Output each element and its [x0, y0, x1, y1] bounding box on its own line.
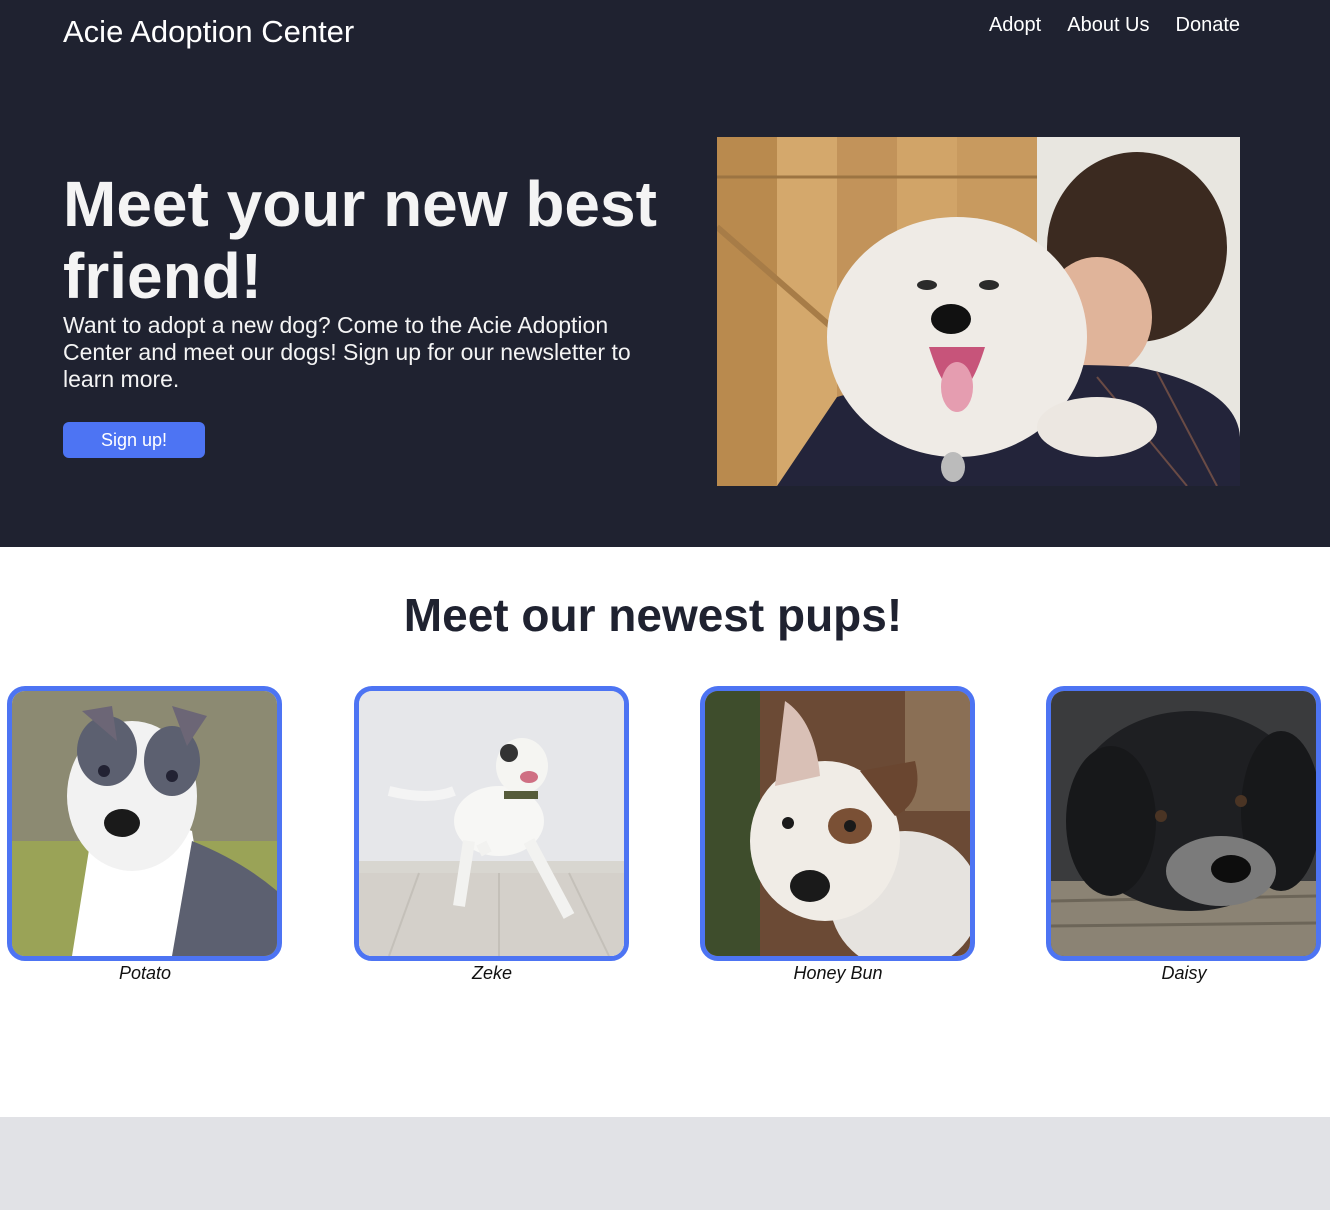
- hero-section: Acie Adoption Center Adopt About Us Dona…: [0, 0, 1330, 547]
- pups-section-heading: Meet our newest pups!: [403, 589, 903, 641]
- nav-link-adopt[interactable]: Adopt: [989, 14, 1041, 37]
- pup-name-honey-bun: Honey Bun: [793, 963, 883, 983]
- nav-link-donate[interactable]: Donate: [1176, 14, 1241, 37]
- nav-link-about-us[interactable]: About Us: [1067, 14, 1149, 37]
- hero-description: Want to adopt a new dog? Come to the Aci…: [63, 312, 631, 392]
- pup-photo-daisy[interactable]: [1046, 686, 1321, 961]
- pup-photo-honey-bun[interactable]: [700, 686, 975, 961]
- pup-card-potato[interactable]: Potato: [7, 686, 283, 984]
- hero-image-dog-with-man: [717, 137, 1240, 486]
- hero-heading: Meet your new best friend!: [63, 168, 657, 312]
- pup-name-daisy: Daisy: [1161, 963, 1207, 983]
- pup-name-zeke: Zeke: [471, 963, 513, 983]
- page-footer: [0, 1117, 1330, 1210]
- pup-name-potato: Potato: [118, 963, 172, 983]
- pup-card-honey-bun[interactable]: Honey Bun: [700, 686, 976, 984]
- main-nav: Adopt About Us Donate: [989, 14, 1240, 37]
- pup-photo-potato[interactable]: [7, 686, 282, 961]
- pup-card-daisy[interactable]: Daisy: [1046, 686, 1322, 984]
- site-title[interactable]: Acie Adoption Center: [63, 14, 354, 50]
- pup-photo-zeke[interactable]: [354, 686, 629, 961]
- pup-card-zeke[interactable]: Zeke: [354, 686, 630, 984]
- signup-button[interactable]: Sign up!: [63, 422, 205, 458]
